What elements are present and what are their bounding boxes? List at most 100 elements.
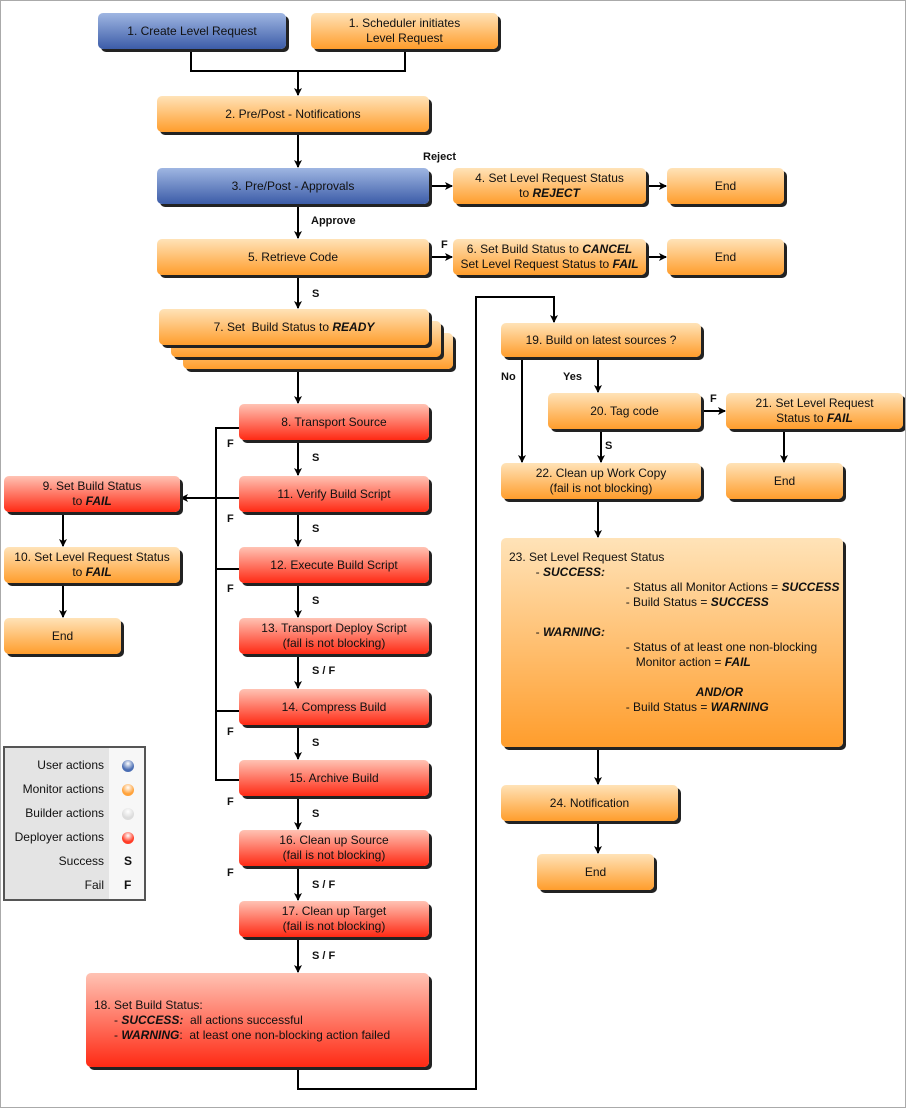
node-23: 23. Set Level Request Status - SUCCESS: … — [501, 538, 843, 747]
status-keyword: FAIL — [85, 494, 112, 508]
legend-item: User actions — [5, 758, 144, 776]
node-4: 4. Set Level Request Status to REJECT — [453, 168, 646, 204]
status-keyword: SUCCESS — [710, 595, 769, 609]
edge-label: F — [227, 513, 234, 525]
node-2: 2. Pre/Post - Notifications — [157, 96, 429, 132]
status-keyword: WARNING — [121, 1027, 180, 1042]
edge-label: F — [227, 796, 234, 808]
node-text: End — [714, 178, 737, 193]
legend: User actions Monitor actions Builder actio… — [3, 746, 146, 901]
node-text: 2. Pre/Post - Notifications — [225, 106, 361, 121]
node-text: 3. Pre/Post - Approvals — [231, 178, 355, 193]
status-keyword: FAIL — [612, 257, 639, 271]
node-11: 11. Verify Build Script — [239, 476, 429, 512]
node-text: End — [584, 864, 607, 879]
legend-item: Deployer actions — [5, 830, 144, 848]
legend-color-dot-icon — [122, 760, 134, 772]
edge-label: F — [227, 438, 234, 450]
node-24: 24. Notification — [501, 785, 678, 821]
edge-label: S — [312, 737, 320, 749]
legend-item: Success S — [5, 854, 144, 872]
legend-color-dot-icon — [122, 832, 134, 844]
node-text: 23. Set Level Request Status — [509, 550, 665, 564]
edge-label: Reject — [423, 151, 457, 163]
node-text: - — [509, 565, 544, 579]
edge-label: S — [312, 595, 320, 607]
node-end4: End — [667, 168, 784, 204]
status-keyword: CANCEL — [582, 242, 633, 256]
node-end24: End — [537, 854, 654, 890]
node-text: 20. Tag code — [590, 403, 659, 418]
legend-color-dot-icon — [122, 784, 134, 796]
node-text: 5. Retrieve Code — [247, 249, 339, 264]
node-text — [509, 610, 512, 624]
node-text: 8. Transport Source — [281, 414, 387, 429]
node-17: 17. Clean up Target (fail is not blocking… — [239, 901, 429, 937]
edge-label: S / F — [312, 665, 336, 677]
node-text: (fail is not blocking) — [282, 919, 386, 933]
legend-label: Monitor actions — [22, 782, 104, 796]
node-text: - Status of at least one non-blocking — [509, 640, 818, 654]
node-text: 1. Scheduler initiates — [348, 16, 461, 30]
node-text: 12. Execute Build Script — [270, 557, 398, 572]
legend-label: Fail — [84, 878, 104, 892]
status-keyword: FAIL — [724, 655, 751, 669]
node-text: Status to — [776, 411, 827, 425]
node-text: to — [72, 565, 86, 579]
node-text: (fail is not blocking) — [549, 481, 653, 495]
status-keyword: FAIL — [85, 565, 112, 579]
node-3: 3. Pre/Post - Approvals — [157, 168, 429, 204]
node-10: 10. Set Level Request Status to FAIL — [4, 547, 180, 583]
node-end10: End — [4, 618, 121, 654]
edge-label: F — [710, 393, 717, 405]
node-12: 12. Execute Build Script — [239, 547, 429, 583]
node-7: 7. Set Build Status to READY — [159, 309, 429, 345]
node-text: Set Level Request Status to — [460, 257, 613, 271]
node-text: Monitor action = — [509, 655, 725, 669]
node-8: 8. Transport Source — [239, 404, 429, 440]
edge-label: S / F — [312, 950, 336, 962]
edge-label: F — [227, 583, 234, 595]
node-text: 9. Set Build Status — [42, 479, 142, 493]
node-text: End — [51, 628, 74, 643]
legend-item: Builder actions — [5, 806, 144, 824]
node-19: 19. Build on latest sources ? — [501, 323, 701, 357]
node-21: 21. Set Level Request Status to FAIL — [726, 393, 903, 429]
connector-arrow — [190, 49, 406, 72]
node-13: 13. Transport Deploy Script (fail is not … — [239, 618, 429, 654]
status-keyword: SUCCESS: — [543, 565, 606, 579]
node-text: - Build Status = — [509, 595, 711, 609]
node-text: 11. Verify Build Script — [277, 486, 391, 501]
legend-key: F — [124, 878, 132, 892]
node-16: 16. Clean up Source (fail is not blocking… — [239, 830, 429, 866]
legend-label: User actions — [37, 758, 104, 772]
node-text: 24. Notification — [549, 795, 630, 810]
status-keyword: SUCCESS: — [121, 1012, 184, 1027]
legend-item: Monitor actions — [5, 782, 144, 800]
node-text: 15. Archive Build — [289, 770, 379, 785]
node-15: 15. Archive Build — [239, 760, 429, 796]
edge-label: S / F — [312, 879, 336, 891]
edge-label: Approve — [311, 215, 356, 227]
node-text: End — [773, 473, 796, 488]
edge-label: S — [312, 523, 320, 535]
legend-key: S — [124, 854, 133, 868]
edge-label: Yes — [563, 371, 582, 383]
node-text: - — [94, 1027, 122, 1042]
node-text: - Status all Monitor Actions = — [509, 580, 782, 594]
node-text: (fail is not blocking) — [282, 848, 386, 862]
node-text: 6. Set Build Status to — [466, 242, 583, 256]
flowchart: User actions Monitor actions Builder actio… — [0, 0, 906, 1108]
legend-label: Success — [58, 854, 104, 868]
node-6: 6. Set Build Status to CANCEL Set Level R… — [453, 239, 646, 275]
status-keyword: WARNING: — [543, 625, 606, 639]
edge-label: F — [441, 239, 448, 251]
status-keyword: REJECT — [532, 186, 580, 200]
status-keyword: AND/OR — [695, 685, 744, 699]
legend-item: Fail F — [5, 878, 144, 896]
node-text: (fail is not blocking) — [282, 636, 386, 650]
node-text: 4. Set Level Request Status — [475, 171, 624, 185]
node-text: 22. Clean up Work Copy — [535, 466, 667, 480]
status-keyword: WARNING — [710, 700, 769, 714]
node-text: 18. Set Build Status: — [94, 997, 203, 1012]
